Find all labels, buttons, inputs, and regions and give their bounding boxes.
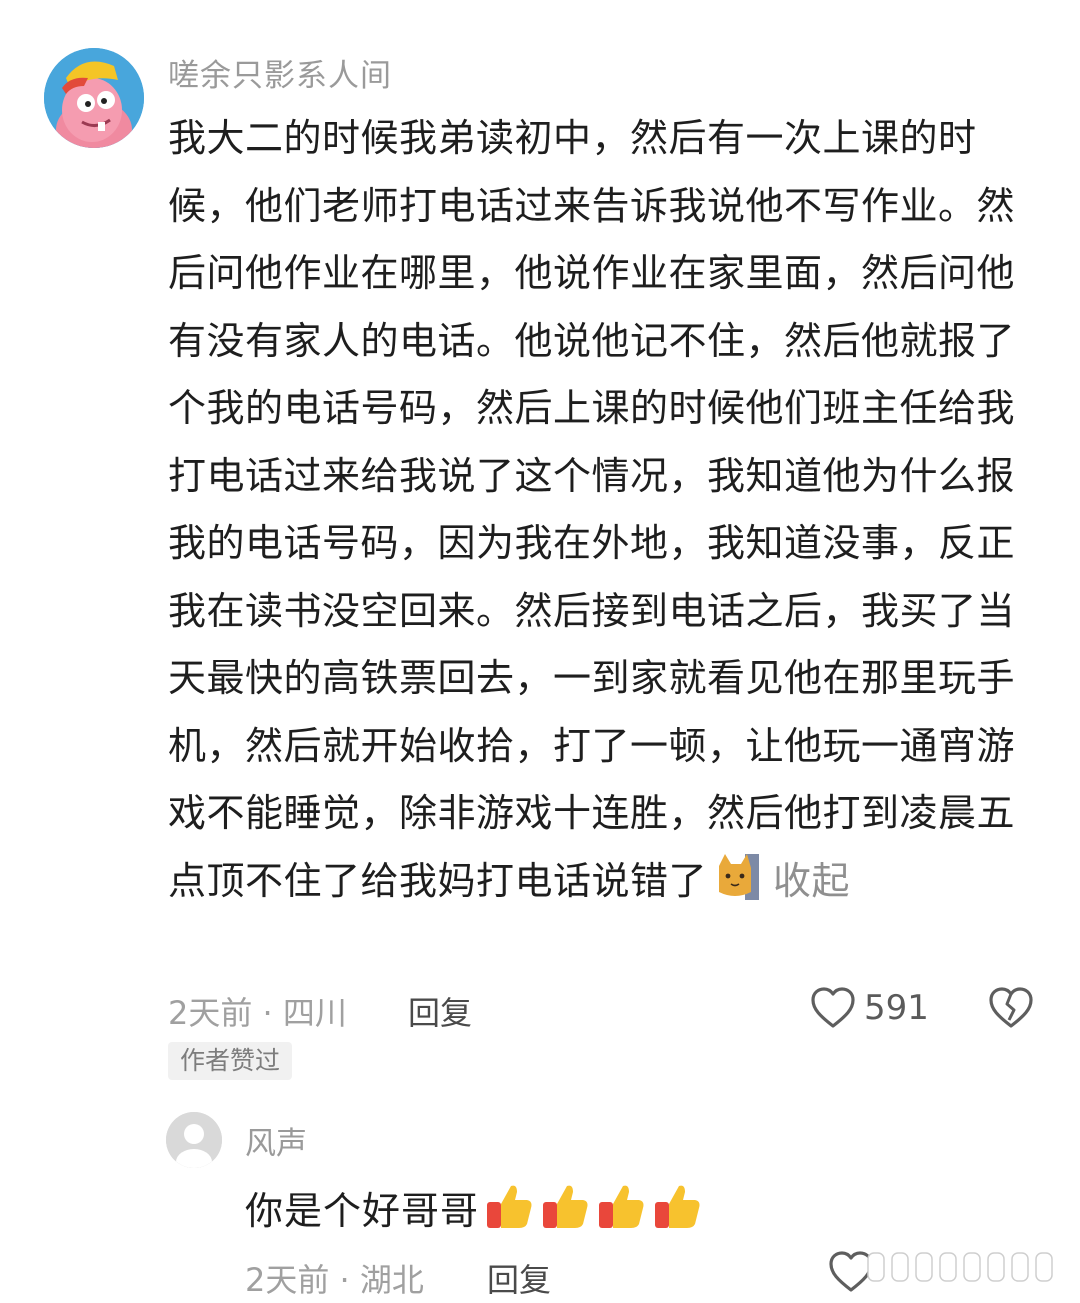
- heart-outline-icon: [811, 987, 855, 1028]
- thumbs-up-icon: [539, 1180, 591, 1232]
- default-avatar-icon: [166, 1112, 222, 1168]
- like-count: 591: [864, 988, 929, 1028]
- reply-reply-button[interactable]: 回复: [487, 1255, 551, 1301]
- thumbs-up-icon: [595, 1180, 647, 1232]
- watermark-overlay: [862, 1247, 1062, 1287]
- dislike-button[interactable]: [988, 986, 1034, 1030]
- reply-user-avatar[interactable]: [166, 1112, 222, 1168]
- comment-body: 我大二的时候我弟读初中，然后有一次上课的时候，他们老师打电话过来告诉我说他不写作…: [168, 105, 1028, 915]
- user-avatar[interactable]: [44, 48, 144, 148]
- author-liked-badge: 作者赞过: [168, 1042, 293, 1080]
- like-button[interactable]: [810, 986, 856, 1030]
- collapse-link[interactable]: 收起: [773, 859, 850, 903]
- comment-text: 我大二的时候我弟读初中，然后有一次上课的时候，他们老师打电话过来告诉我说他不写作…: [168, 116, 1016, 903]
- cat-emoji-icon: [715, 852, 761, 902]
- reply-meta: 2天前 · 湖北: [245, 1261, 424, 1299]
- reply-username[interactable]: 风声: [245, 1118, 307, 1163]
- comment-username[interactable]: 嗟余只影系人间: [168, 50, 392, 95]
- thumbs-up-icon: [483, 1180, 535, 1232]
- comment-meta: 2天前 · 四川: [168, 994, 347, 1032]
- broken-heart-icon: [989, 987, 1033, 1028]
- reply-body: 你是个好哥哥: [245, 1180, 703, 1235]
- avatar-image: [44, 48, 144, 148]
- reply-button[interactable]: 回复: [408, 988, 472, 1034]
- reply-text: 你是个好哥哥: [245, 1189, 480, 1233]
- thumbs-up-icon: [651, 1180, 703, 1232]
